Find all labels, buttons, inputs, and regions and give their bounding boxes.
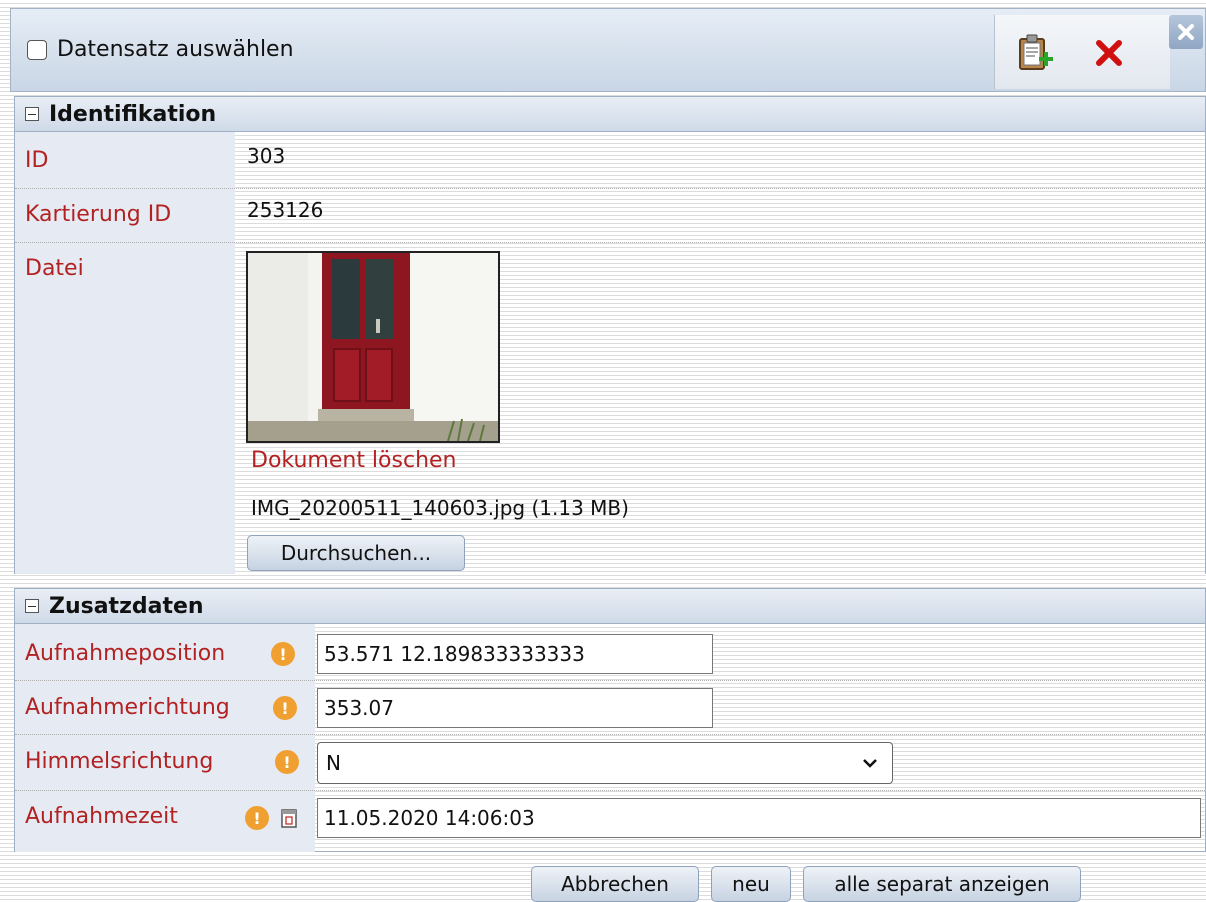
delete-document-link[interactable]: Dokument löschen <box>251 448 457 473</box>
row-divider <box>15 790 1205 791</box>
id-value: 303 <box>247 144 286 168</box>
zusatzdaten-title: Zusatzdaten <box>49 593 204 619</box>
file-thumbnail[interactable] <box>246 251 500 443</box>
id-label: ID <box>25 148 49 173</box>
door-photo <box>248 253 498 441</box>
identifikation-section-header[interactable]: Identifikation <box>14 96 1206 132</box>
show-all-separately-button[interactable]: alle separat anzeigen <box>803 866 1081 902</box>
row-divider <box>15 188 1205 189</box>
himmelsrichtung-label: Himmelsrichtung <box>25 749 214 774</box>
warning-icon: ! <box>271 642 295 666</box>
warning-icon: ! <box>275 750 299 774</box>
collapse-toggle-icon[interactable] <box>25 107 39 121</box>
aufnahmezeit-label: Aufnahmezeit <box>25 804 178 829</box>
select-record-label: Datensatz auswählen <box>57 37 294 62</box>
aufnahmeposition-label: Aufnahmeposition <box>25 641 226 666</box>
warning-icon: ! <box>245 806 269 830</box>
new-button[interactable]: neu <box>711 866 791 902</box>
row-divider <box>15 734 1205 735</box>
label-column <box>15 132 235 574</box>
collapse-toggle-icon[interactable] <box>25 599 39 613</box>
select-record-control[interactable]: Datensatz auswählen <box>27 37 294 62</box>
identifikation-title: Identifikation <box>49 101 217 127</box>
delete-x-icon[interactable] <box>1093 37 1125 69</box>
datei-label: Datei <box>25 256 84 281</box>
chevron-down-icon <box>863 759 877 768</box>
himmelsrichtung-select[interactable]: N <box>317 742 893 784</box>
record-header: Datensatz auswählen <box>10 8 1206 92</box>
row-divider <box>15 242 1205 243</box>
file-info: IMG_20200511_140603.jpg (1.13 MB) <box>251 496 629 520</box>
close-icon <box>1178 24 1194 40</box>
aufnahmerichtung-label: Aufnahmerichtung <box>25 695 230 720</box>
calendar-icon[interactable] <box>281 808 297 828</box>
cancel-button[interactable]: Abbrechen <box>531 866 699 902</box>
kartierung-id-label: Kartierung ID <box>25 202 172 227</box>
warning-icon: ! <box>273 696 297 720</box>
zusatzdaten-section-header[interactable]: Zusatzdaten <box>14 588 1206 624</box>
browse-button[interactable]: Durchsuchen... <box>247 535 465 571</box>
header-toolbar <box>994 15 1170 89</box>
aufnahmezeit-input[interactable] <box>317 798 1201 838</box>
select-record-checkbox[interactable] <box>27 39 47 60</box>
zusatzdaten-body: Aufnahmeposition ! Aufnahmerichtung ! Hi… <box>14 624 1206 852</box>
record-window: Datensatz auswählen Identifikation ID 30… <box>10 8 1206 902</box>
aufnahmeposition-input[interactable] <box>317 634 713 674</box>
close-button[interactable] <box>1169 15 1203 49</box>
kartierung-id-value: 253126 <box>247 198 324 222</box>
clipboard-add-icon[interactable] <box>1015 33 1055 73</box>
aufnahmerichtung-input[interactable] <box>317 688 713 728</box>
identifikation-body: ID 303 Kartierung ID 253126 Datei Dokume… <box>14 132 1206 574</box>
himmelsrichtung-selected: N <box>326 751 341 775</box>
row-divider <box>15 680 1205 681</box>
